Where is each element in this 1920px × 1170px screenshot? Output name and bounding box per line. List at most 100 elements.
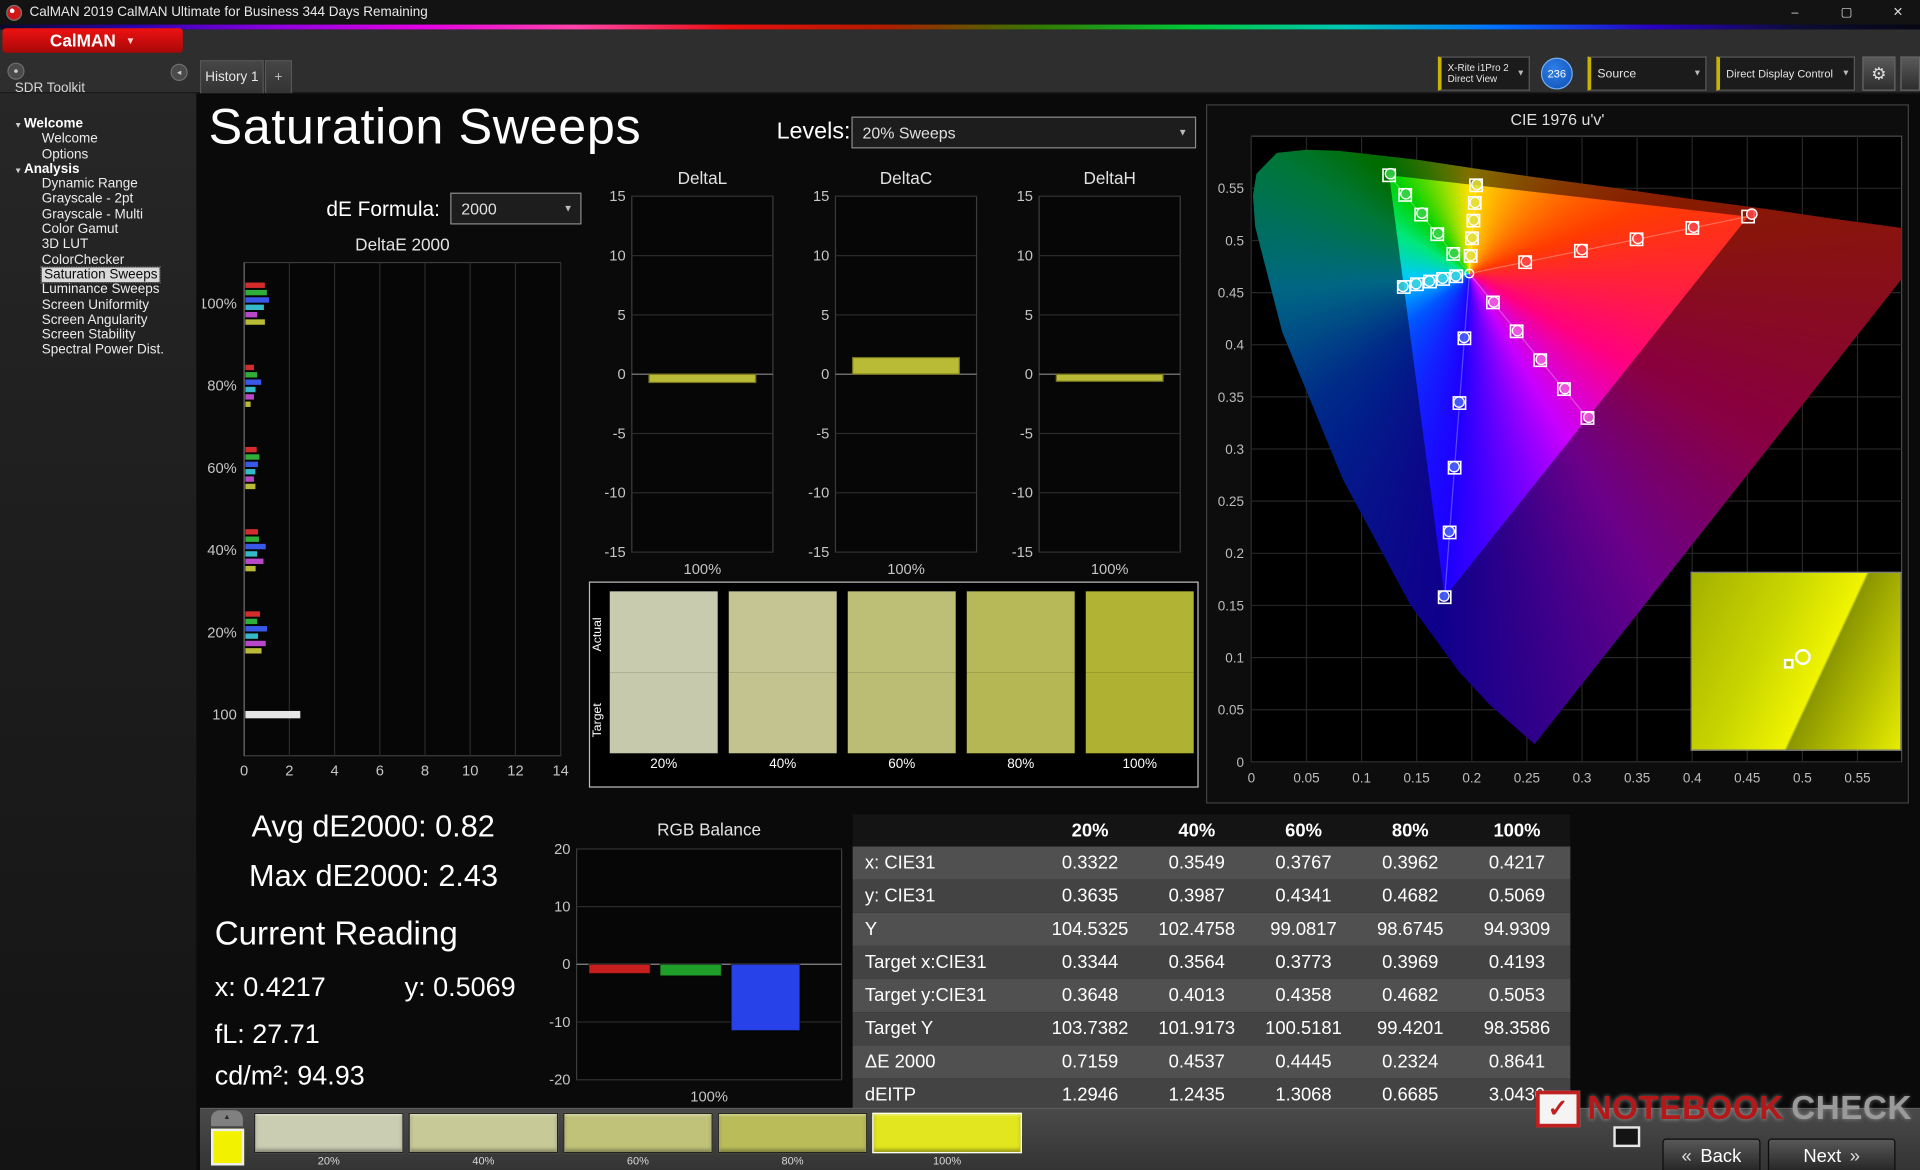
- x-label: x:: [214, 971, 236, 1003]
- x-tick-label: 0: [1248, 771, 1256, 786]
- x-tick-label: 10: [462, 763, 478, 779]
- table-cell: 103.7382: [1051, 1018, 1129, 1040]
- y-tick-label: 5: [1025, 308, 1033, 324]
- y-tick-label: -15: [808, 545, 829, 561]
- sidebar-item-label: Screen Stability: [41, 327, 136, 343]
- bar-blue: [245, 543, 266, 550]
- table-cell: 0.3969: [1382, 952, 1439, 973]
- sidebar-item-saturation-sweeps[interactable]: Saturation Sweeps: [0, 266, 196, 284]
- table-row-label: Target y:CIE31: [864, 985, 987, 1007]
- display-control-dropdown[interactable]: Direct Display Control ▼: [1716, 56, 1855, 91]
- table-header-row: 20% 40% 60% 80% 100%: [852, 814, 1571, 847]
- x-tick-label: 0.4: [1683, 771, 1702, 786]
- panel-handle[interactable]: ▲: [211, 1110, 243, 1127]
- sidebar-item-welcome[interactable]: Welcome: [0, 132, 196, 147]
- meter-dropdown[interactable]: X-Rite i1Pro 2 Direct View ▼: [1437, 56, 1530, 91]
- y-tick-label: -20: [549, 1073, 570, 1089]
- sidebar-item-screen-stability[interactable]: Screen Stability: [0, 328, 196, 343]
- sidebar-item-options[interactable]: Options: [0, 147, 196, 162]
- patch-60%[interactable]: 60%: [563, 1112, 713, 1169]
- sidebar-item-dynamic-range[interactable]: Dynamic Range: [0, 177, 196, 192]
- settings-gear-button[interactable]: ⚙: [1862, 56, 1896, 91]
- edge-toolbar-button[interactable]: [1900, 56, 1920, 91]
- measured-point-green: [1448, 247, 1460, 259]
- sidebar-item-screen-uniformity[interactable]: Screen Uniformity: [0, 298, 196, 313]
- patch-80%[interactable]: 80%: [717, 1112, 868, 1169]
- bar-yellow: [245, 401, 251, 407]
- sidebar-item-spectral-power-dist[interactable]: Spectral Power Dist.: [0, 343, 196, 358]
- meter-count-badge[interactable]: 236: [1540, 57, 1573, 90]
- sidebar-item-label: 3D LUT: [41, 237, 89, 252]
- swatch-actual: [966, 591, 1075, 673]
- levels-dropdown[interactable]: 20% Sweeps ▼: [851, 116, 1197, 149]
- collapse-sidebar-button[interactable]: ◂: [170, 63, 188, 81]
- sidebar-item-color-gamut[interactable]: Color Gamut: [0, 222, 196, 237]
- patch-buttons: 20% 40% 60% 80% 100%: [253, 1112, 1022, 1169]
- x-tick-label: 0.05: [1293, 771, 1319, 786]
- display-icon[interactable]: [1613, 1126, 1641, 1148]
- patch-40%[interactable]: 40%: [408, 1112, 559, 1169]
- patch-20%[interactable]: 20%: [253, 1112, 404, 1169]
- table-cell: 0.3767: [1275, 852, 1332, 874]
- patch-color: [717, 1112, 868, 1154]
- sidebar-item-analysis[interactable]: ▾ Analysis: [0, 162, 196, 177]
- patch-label: 40%: [472, 1154, 495, 1167]
- bar-red: [245, 611, 261, 617]
- table-header-cell: 40%: [1178, 820, 1216, 841]
- chevron-down-icon: ▼: [563, 203, 573, 215]
- window-title: CalMAN 2019 CalMAN Ultimate for Business…: [29, 4, 428, 20]
- sidebar-item-grayscale-multi[interactable]: Grayscale - Multi: [0, 207, 196, 222]
- calman-menu-button[interactable]: CalMAN ▼: [2, 28, 183, 53]
- close-button[interactable]: ✕: [1876, 0, 1920, 25]
- swatch-label: 40%: [769, 756, 797, 772]
- table-cell: 0.4682: [1382, 985, 1439, 1007]
- sidebar-item-screen-angularity[interactable]: Screen Angularity: [0, 313, 196, 328]
- sidebar-item-luminance-sweeps[interactable]: Luminance Sweeps: [0, 282, 196, 297]
- rect-mark: [243, 261, 562, 757]
- x-tick-label: 0.1: [1352, 771, 1371, 786]
- swatch-target: [1085, 672, 1194, 754]
- x-tick-label: 0.5: [1793, 771, 1812, 786]
- page-title: Saturation Sweeps: [208, 98, 642, 155]
- delta_h-bar: [1055, 373, 1164, 382]
- measured-point-yellow: [1469, 196, 1481, 209]
- table-cell: 0.4537: [1168, 1051, 1225, 1073]
- back-button[interactable]: « Back: [1662, 1138, 1761, 1170]
- watermark-text-2: CHECK: [1791, 1089, 1913, 1127]
- pin-icon[interactable]: ●: [7, 62, 25, 80]
- formula-dropdown[interactable]: 2000 ▼: [450, 192, 582, 225]
- current-fl: fL: 27.71: [215, 1018, 320, 1050]
- sidebar-item-3d-lut[interactable]: 3D LUT: [0, 237, 196, 252]
- current-patch-swatch[interactable]: [211, 1128, 245, 1166]
- table-cell: 0.4341: [1275, 885, 1332, 907]
- tab-add-button[interactable]: +: [264, 60, 292, 94]
- bar-magenta: [245, 640, 266, 647]
- source-dropdown[interactable]: Source ▼: [1587, 56, 1707, 91]
- sidebar-item-welcome[interactable]: ▾ Welcome: [0, 117, 196, 132]
- minimize-button[interactable]: –: [1773, 0, 1817, 25]
- bar-white: [245, 710, 301, 719]
- y-tick-label: 0.45: [1218, 286, 1244, 301]
- expander-icon: ▾: [15, 166, 21, 176]
- bar-green: [245, 536, 259, 542]
- x-tick-label: 0.35: [1624, 771, 1650, 786]
- tab-history-1[interactable]: History 1: [199, 60, 264, 94]
- sidebar-item-colorchecker[interactable]: ColorChecker: [0, 252, 196, 267]
- group-label: 100%: [202, 297, 236, 313]
- measured-point-yellow: [1471, 178, 1483, 191]
- app-scale: CalMAN 2019 CalMAN Ultimate for Business…: [0, 0, 1920, 1170]
- max-de2000: Max dE2000: 2.43: [249, 859, 498, 895]
- table-cell: 0.5069: [1488, 885, 1546, 907]
- sidebar-item-label: Grayscale - Multi: [41, 207, 143, 222]
- next-button[interactable]: Next »: [1767, 1138, 1896, 1170]
- table-cell: 98.6745: [1376, 918, 1444, 940]
- patch-100%[interactable]: 100%: [872, 1112, 1022, 1169]
- next-chevron-icon: »: [1849, 1145, 1861, 1167]
- table-cell: 0.4217: [1488, 852, 1546, 874]
- swatch-actual: [609, 591, 718, 673]
- table-row: dEITP 1.2946 1.2435 1.3068 0.6685 3.0430: [852, 1078, 1571, 1112]
- maximize-button[interactable]: ▢: [1824, 0, 1868, 25]
- swatch-strip: 20% 40% 60% 80% 100%: [609, 591, 1194, 776]
- sidebar-item-grayscale-2pt[interactable]: Grayscale - 2pt: [0, 192, 196, 207]
- delta-e-svg: DeltaE 2000 0 2 4 6 8 10 12 14 100% 80% 60% 40% 20% 10…: [199, 234, 569, 779]
